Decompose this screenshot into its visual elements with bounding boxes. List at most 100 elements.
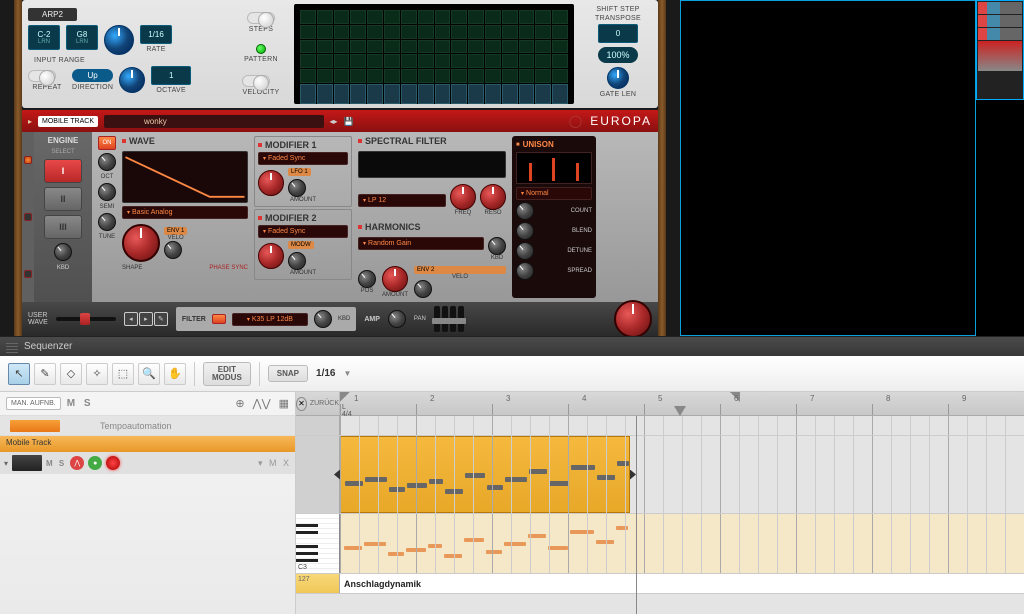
amp-env-sliders[interactable]	[434, 306, 464, 332]
spectral-type[interactable]: LP 12	[358, 194, 446, 207]
track-mx[interactable]: ▾ M X	[258, 458, 291, 469]
harm-amount-knob[interactable]	[382, 266, 408, 292]
automation-icon[interactable]: ⋀⋁	[253, 397, 271, 410]
magnify-tool[interactable]: 🔍	[138, 363, 160, 385]
timeline-ruler[interactable]: ✕ ZURÜCK L 4/4 123456789	[296, 392, 1024, 416]
track-expand-icon[interactable]: ▾	[4, 459, 8, 468]
mod1-mod-knob[interactable]	[288, 179, 306, 197]
freq-knob[interactable]	[450, 184, 476, 210]
reso-knob[interactable]	[480, 184, 506, 210]
edit-mode-button[interactable]: EDIT MODUS	[203, 362, 251, 386]
arp-rate-knob[interactable]	[104, 25, 134, 55]
uw-next-icon[interactable]: ▸	[139, 312, 153, 326]
mod2-mod-knob[interactable]	[288, 252, 306, 270]
spectral-display[interactable]	[358, 151, 506, 178]
uw-edit-icon[interactable]: ✎	[154, 312, 168, 326]
patch-browse-icon[interactable]: ◂▸	[330, 117, 338, 126]
razor-tool[interactable]: ✧	[86, 363, 108, 385]
sp-env[interactable]: ENV 2	[414, 266, 506, 274]
mute-tool[interactable]: ⬚	[112, 363, 134, 385]
sp-kbd-knob[interactable]	[488, 237, 506, 255]
mod2-amount-knob[interactable]	[258, 243, 284, 269]
count-knob[interactable]	[516, 202, 534, 220]
shape-env[interactable]: ENV 1	[164, 227, 187, 235]
tempo-lane[interactable]	[296, 416, 1024, 436]
semi-knob[interactable]	[98, 183, 116, 201]
wave-algo[interactable]: Basic Analog	[122, 206, 248, 219]
rack-minimap[interactable]	[976, 0, 1024, 100]
back-icon[interactable]: ✕	[296, 397, 307, 411]
mod1-amount-knob[interactable]	[258, 170, 284, 196]
view-icon[interactable]: ▦	[279, 397, 289, 410]
snap-value[interactable]: 1/16	[312, 368, 339, 379]
pointer-tool[interactable]: ↖	[8, 363, 30, 385]
record-arm-icon[interactable]	[106, 456, 120, 470]
arp-pattern-led[interactable]	[256, 44, 266, 54]
engine-btn-2[interactable]: II	[44, 187, 82, 211]
arp-gate-display[interactable]: 100%	[598, 47, 637, 63]
piano-roll-lane[interactable]: C3	[296, 514, 1024, 574]
sp-velo-knob[interactable]	[414, 280, 432, 298]
tune-knob[interactable]	[98, 213, 116, 231]
eraser-tool[interactable]: ◇	[60, 363, 82, 385]
mod2-modw[interactable]: MODW	[288, 241, 314, 249]
arrange-view[interactable]: ✕ ZURÜCK L 4/4 123456789	[296, 392, 1024, 614]
mod2-type[interactable]: Faded Sync	[258, 225, 348, 238]
arp-repeat-toggle[interactable]	[28, 70, 56, 82]
harmonics-type[interactable]: Random Gain	[358, 237, 484, 250]
engine-btn-1[interactable]: I	[44, 159, 82, 183]
track-automation-icon[interactable]: ⋀	[70, 456, 84, 470]
track-ms[interactable]: M S	[46, 459, 66, 468]
arp-velocity-toggle[interactable]	[242, 75, 270, 87]
arp-range-high[interactable]: G8LRN	[66, 25, 98, 50]
engine-btn-3[interactable]: III	[44, 215, 82, 239]
blend-knob[interactable]	[516, 222, 534, 240]
track-input-icon[interactable]: ●	[88, 456, 102, 470]
detune-knob[interactable]	[516, 242, 534, 260]
arp-rate-display[interactable]: 1/16	[140, 25, 172, 44]
engine-kbd-knob[interactable]	[54, 243, 72, 261]
add-track-icon[interactable]: ⊕	[235, 397, 244, 410]
mod1-type[interactable]: Faded Sync	[258, 152, 348, 165]
filter-kbd-knob[interactable]	[314, 310, 332, 328]
clip-lane[interactable]	[296, 436, 1024, 514]
arp-transpose[interactable]: 0	[598, 24, 638, 43]
arp-step-sequencer[interactable]	[294, 4, 574, 104]
master-volume-knob[interactable]	[614, 300, 652, 338]
sequencer-titlebar[interactable]: Sequenzer	[0, 336, 1024, 356]
pan-knob[interactable]	[388, 310, 406, 328]
loop-start-marker[interactable]	[340, 392, 350, 402]
filter-on[interactable]	[212, 314, 226, 324]
shape-velo-knob[interactable]	[164, 241, 182, 259]
spread-knob[interactable]	[516, 262, 534, 280]
grip-icon[interactable]	[6, 341, 18, 353]
track-row[interactable]: Mobile Track ▾ M S ⋀ ● ▾ M X	[0, 436, 295, 474]
velocity-lane[interactable]: 127 Anschlagdynamik	[296, 574, 1024, 594]
mod1-lfo[interactable]: LFO 1	[288, 168, 311, 176]
shape-knob[interactable]	[122, 224, 160, 262]
master-ms[interactable]: M S	[67, 398, 94, 409]
engine-led-3[interactable]	[24, 270, 32, 278]
filter-type[interactable]: K35 LP 12dB	[232, 313, 308, 326]
patch-name[interactable]: wonky	[104, 115, 324, 128]
osc-on[interactable]: ON	[98, 136, 116, 150]
arp-range-low[interactable]: C-2LRN	[28, 25, 60, 50]
track-name[interactable]: Mobile Track	[0, 436, 295, 452]
harm-pos-knob[interactable]	[358, 270, 376, 288]
snap-toggle[interactable]: SNAP	[268, 365, 308, 382]
engine-led-1[interactable]	[24, 156, 32, 164]
piano-keyboard[interactable]: C3	[296, 514, 340, 573]
oct-knob[interactable]	[98, 153, 116, 171]
unison-algo[interactable]: Normal	[516, 187, 592, 200]
device-thumbnail[interactable]	[12, 455, 42, 471]
song-end-marker[interactable]	[674, 406, 686, 416]
hand-tool[interactable]: ✋	[164, 363, 186, 385]
wave-display[interactable]	[122, 151, 248, 203]
pencil-tool[interactable]: ✎	[34, 363, 56, 385]
arp-octave-display[interactable]: 1	[151, 66, 191, 85]
snap-dropdown-icon[interactable]: ▼	[343, 369, 351, 378]
uw-prev-icon[interactable]: ◂	[124, 312, 138, 326]
arp-direction[interactable]: Up	[72, 69, 113, 82]
patch-save-icon[interactable]: 💾	[344, 117, 354, 126]
user-wave-slider[interactable]	[56, 317, 116, 321]
